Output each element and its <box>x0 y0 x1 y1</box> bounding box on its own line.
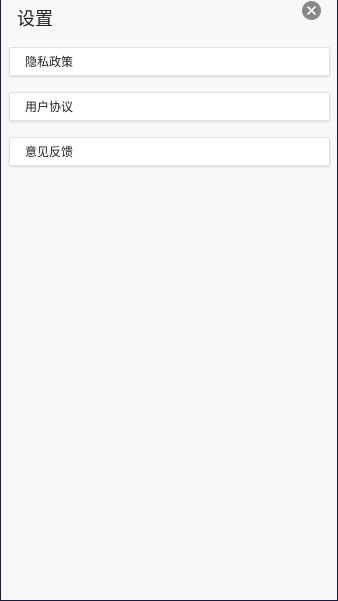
close-button[interactable] <box>302 1 321 20</box>
menu-item-privacy-policy[interactable]: 隐私政策 <box>9 47 330 76</box>
menu-item-label: 隐私政策 <box>25 55 74 69</box>
page-title: 设置 <box>17 9 53 30</box>
menu-item-label: 用户协议 <box>25 100 74 114</box>
menu-item-feedback[interactable]: 意见反馈 <box>9 137 330 166</box>
menu-item-user-agreement[interactable]: 用户协议 <box>9 92 330 121</box>
close-icon <box>307 6 316 15</box>
menu-item-label: 意见反馈 <box>25 145 74 159</box>
settings-screen: 设置 隐私政策 用户协议 意见反馈 <box>0 0 338 601</box>
